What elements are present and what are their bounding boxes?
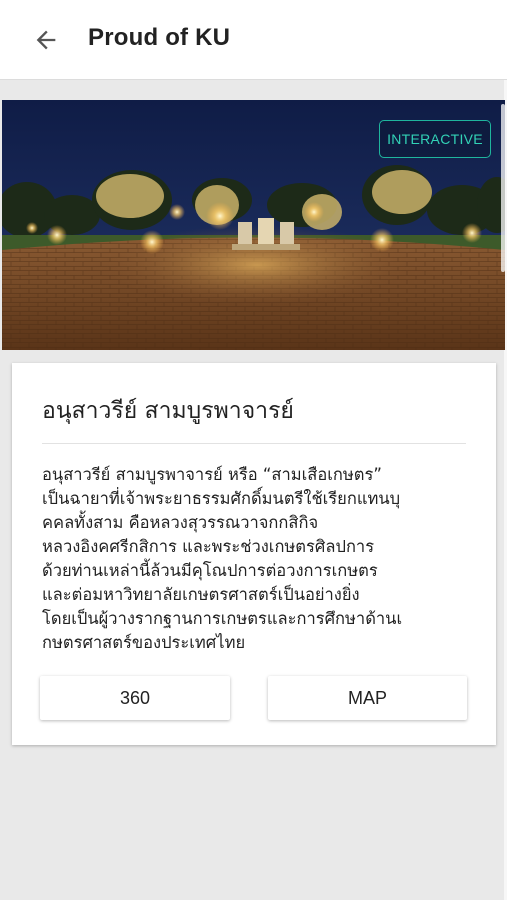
description-line: ด้วยท่านเหล่านี้ล้วนมีคุโณปการต่อวงการเก…: [42, 561, 378, 580]
description-line: และต่อมหาวิทยาลัยเกษตรศาสตร์เป็นอย่างยิ่…: [42, 585, 360, 604]
app-bar: Proud of KU: [0, 0, 507, 80]
back-button[interactable]: [28, 22, 64, 58]
description-line: คคลทั้งสาม คือหลวงสุวรรณวาจกกสิกิจ: [42, 513, 319, 532]
card-title: อนุสาวรีย์ สามบูรพาจารย์: [42, 398, 294, 424]
description-line: เป็นฉายาที่เจ้าพระยาธรรมศักดิ์มนตรีใช้เร…: [42, 489, 401, 508]
card-description: อนุสาวรีย์ สามบูรพาจารย์ หรือ “สามเสือเก…: [42, 463, 470, 655]
panorama-image[interactable]: INTERACTIVE: [2, 100, 505, 350]
description-line: หลวงอิงคศรีกสิการ และพระช่วงเกษตรศิลปการ: [42, 537, 375, 556]
description-line: โดยเป็นผู้วางรากฐานการเกษตรและการศึกษาด้…: [42, 609, 403, 628]
map-button[interactable]: MAP: [268, 676, 467, 720]
view-360-button[interactable]: 360: [40, 676, 230, 720]
description-line: กษตรศาสตร์ของประเทศไทย: [42, 633, 246, 652]
description-line: อนุสาวรีย์ สามบูรพาจารย์ หรือ “สามเสือเก…: [42, 465, 382, 484]
info-card: อนุสาวรีย์ สามบูรพาจารย์ อนุสาวรีย์ สามบ…: [12, 363, 496, 745]
panorama-scroll-handle[interactable]: [501, 104, 505, 272]
arrow-left-icon: [36, 30, 56, 50]
page-title: Proud of KU: [88, 24, 231, 51]
interactive-badge: INTERACTIVE: [379, 120, 491, 158]
card-divider: [42, 443, 466, 444]
content-area: INTERACTIVE อนุสาวรีย์ สามบูรพาจารย์ อนุ…: [0, 80, 507, 900]
